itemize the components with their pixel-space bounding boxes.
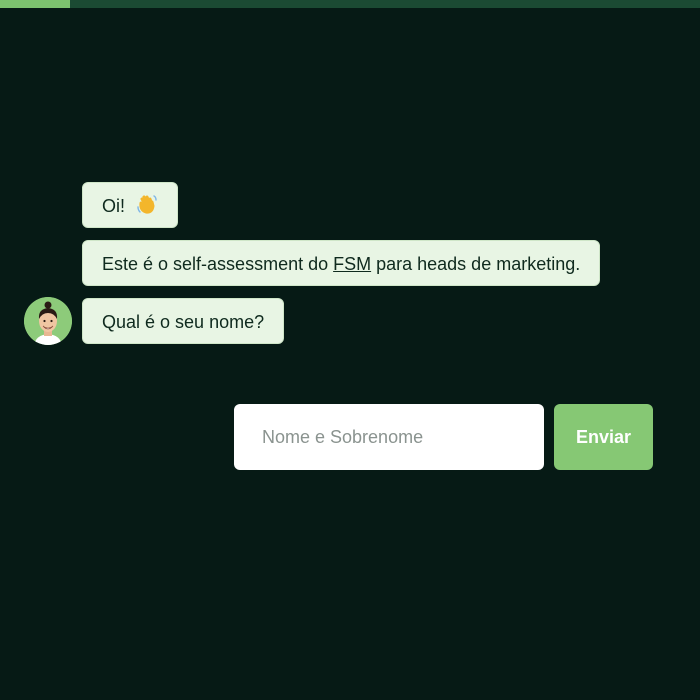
message-intro-text-end: para heads de marketing.	[371, 254, 581, 274]
progress-bar-fill	[0, 0, 70, 8]
bot-avatar	[24, 297, 72, 345]
waving-hand-icon	[136, 186, 158, 232]
message-intro-text: Este é o self-assessment do	[102, 254, 334, 274]
chat-page: Oi! Este é o self-assessment do FSM para…	[0, 0, 700, 700]
message-question: Qual é o seu nome?	[82, 298, 285, 344]
message-intro: Este é o self-assessment do FSM para hea…	[82, 240, 601, 286]
fsm-link[interactable]: FSM	[333, 254, 371, 274]
send-button[interactable]: Enviar	[554, 404, 653, 470]
message-question-text: Qual é o seu nome?	[102, 312, 265, 332]
bot-avatar-icon	[24, 297, 72, 345]
message-greeting-text: Oi!	[102, 196, 126, 216]
name-input[interactable]	[234, 404, 544, 470]
progress-bar	[0, 0, 700, 8]
message-greeting: Oi!	[82, 182, 179, 228]
